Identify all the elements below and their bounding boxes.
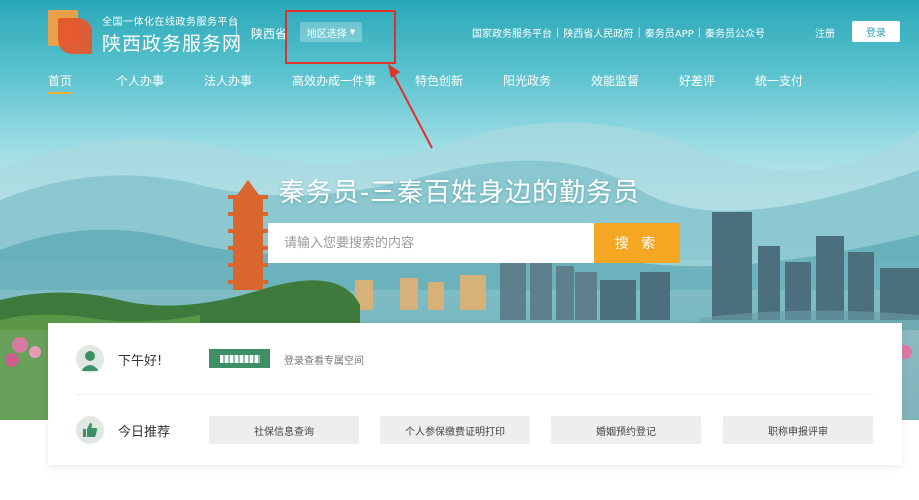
nav-item-corporate[interactable]: 法人办事 xyxy=(204,72,252,89)
link-app[interactable]: 秦务员APP xyxy=(645,25,694,40)
recommend-label: 今日推荐 xyxy=(118,425,171,440)
recommend-title-review[interactable]: 职称申报评审 xyxy=(723,416,873,444)
nav-item-rating[interactable]: 好差评 xyxy=(679,72,715,89)
main-nav: 首页 个人办事 法人办事 高效办成一件事 特色创新 阳光政务 效能监督 好差评 … xyxy=(0,72,919,94)
nav-item-home[interactable]: 首页 xyxy=(48,72,73,94)
header-divider xyxy=(236,22,237,42)
link-separator: | xyxy=(697,27,702,38)
logo-subtitle: 全国一体化在线政务服务平台 xyxy=(102,17,239,28)
nav-item-open-government[interactable]: 阳光政务 xyxy=(503,72,551,89)
recommend-marriage-registration[interactable]: 婚姻预约登记 xyxy=(551,416,701,444)
search-button[interactable]: 搜 索 xyxy=(594,223,680,263)
link-separator: | xyxy=(556,27,560,38)
login-button[interactable]: 登录 xyxy=(852,21,900,42)
nav-item-one-thing[interactable]: 高效办成一件事 xyxy=(292,72,376,89)
top-links: 国家政务服务平台 | 陕西省人民政府 | 秦务员APP | 秦务员公众号 xyxy=(472,25,765,40)
site-title[interactable]: 陕西政务服务网 xyxy=(102,29,242,56)
search-input[interactable] xyxy=(268,223,594,263)
divider xyxy=(76,394,874,395)
nav-item-personal[interactable]: 个人办事 xyxy=(116,72,164,89)
hero-slogan: 秦务员-三秦百姓身边的勤务员 xyxy=(278,178,641,208)
greeting-text: 下午好! xyxy=(118,354,163,369)
recommend-social-security-query[interactable]: 社保信息查询 xyxy=(209,416,359,444)
province-label: 陕西省 xyxy=(251,27,288,41)
link-separator: | xyxy=(637,27,641,38)
user-panel: 下午好! 登录查看专属空间 今日推荐 社保信息查询 个人参保缴费证明打印 婚姻预… xyxy=(48,323,902,465)
link-national-platform[interactable]: 国家政务服务平台 xyxy=(472,25,552,40)
qr-login-icon[interactable] xyxy=(209,349,270,368)
register-link[interactable]: 注册 xyxy=(815,25,835,40)
link-wechat-account[interactable]: 秦务员公众号 xyxy=(705,25,765,40)
user-avatar-icon xyxy=(76,345,104,373)
nav-item-innovation[interactable]: 特色创新 xyxy=(415,72,463,89)
site-logo[interactable] xyxy=(48,10,92,54)
nav-item-supervision[interactable]: 效能监督 xyxy=(591,72,639,89)
annotation-highlight-box xyxy=(285,10,396,64)
recommend-insurance-certificate-print[interactable]: 个人参保缴费证明打印 xyxy=(380,416,530,444)
link-provincial-government[interactable]: 陕西省人民政府 xyxy=(563,25,633,40)
thumbs-up-icon xyxy=(76,416,104,444)
search-bar: 搜 索 xyxy=(268,223,680,263)
login-hint-link[interactable]: 登录查看专属空间 xyxy=(284,352,364,367)
nav-item-payment[interactable]: 统一支付 xyxy=(755,72,803,89)
